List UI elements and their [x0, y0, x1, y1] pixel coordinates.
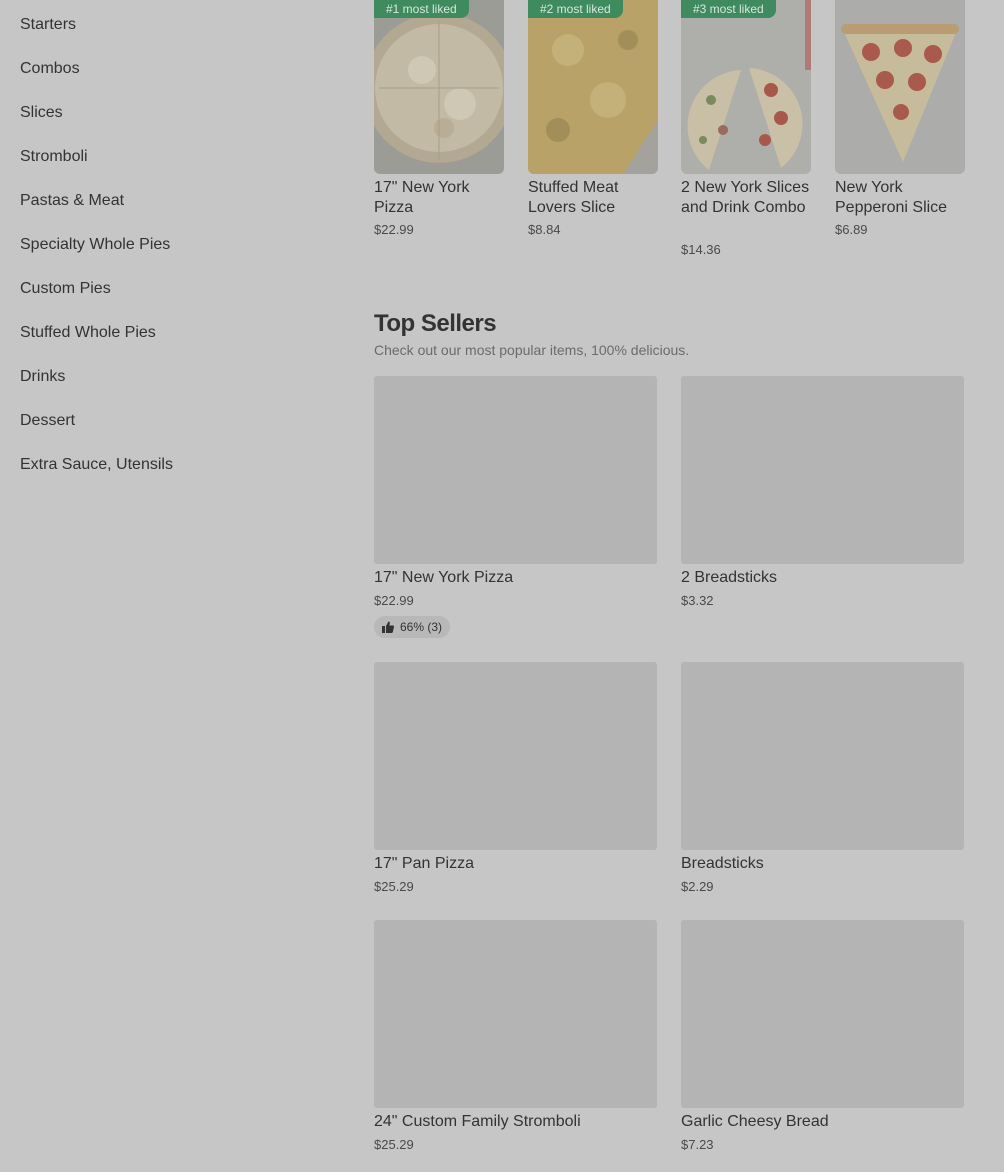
item-image: #3 most liked: [681, 0, 811, 174]
item-image-placeholder: [681, 376, 964, 564]
sidebar-item-dessert[interactable]: Dessert: [20, 411, 75, 431]
menu-page: Starters Combos Slices Stromboli Pastas …: [0, 0, 1004, 1172]
top-seller-card[interactable]: 2 Breadsticks $3.32: [681, 376, 964, 611]
item-price: $6.89: [835, 222, 868, 237]
item-image-placeholder: [681, 662, 964, 850]
item-price: $2.29: [681, 879, 714, 894]
item-name: Garlic Cheesy Bread: [681, 1113, 829, 1130]
top-seller-card[interactable]: Breadsticks $2.29: [681, 662, 964, 897]
rating-badge: 66% (3): [374, 616, 451, 638]
most-liked-card[interactable]: #3 most liked 2 New York Slices and Drin…: [681, 0, 811, 257]
top-seller-card[interactable]: Garlic Cheesy Bread $7.23: [681, 920, 964, 1155]
most-liked-badge: #1 most liked: [374, 0, 469, 18]
sidebar-item-slices[interactable]: Slices: [20, 103, 63, 123]
thumbs-up-icon: [382, 621, 395, 633]
sidebar-item-combos[interactable]: Combos: [20, 59, 80, 79]
item-image-placeholder: [681, 920, 964, 1108]
sidebar-item-stromboli[interactable]: Stromboli: [20, 147, 88, 167]
item-image-placeholder: [374, 662, 657, 850]
item-name: New York Pepperoni Slice: [835, 179, 948, 216]
item-name: 2 New York Slices and Drink Combo: [681, 179, 810, 216]
item-price: $3.32: [681, 593, 714, 608]
item-price: $22.99: [374, 593, 414, 608]
top-seller-card[interactable]: 17" New York Pizza $22.99 66% (3): [374, 376, 657, 638]
item-name: 2 Breadsticks: [681, 569, 778, 586]
most-liked-card[interactable]: #2 most liked Stuffed Meat Lovers Slice …: [528, 0, 658, 237]
item-image: [835, 0, 965, 174]
item-name: Breadsticks: [681, 855, 764, 872]
sidebar-item-stuffed-whole-pies[interactable]: Stuffed Whole Pies: [20, 323, 156, 343]
item-name: 17" Pan Pizza: [374, 855, 474, 872]
item-price: $8.84: [528, 222, 561, 237]
item-price: $25.29: [374, 1137, 414, 1152]
item-image: #2 most liked: [528, 0, 658, 174]
most-liked-badge: #2 most liked: [528, 0, 623, 18]
most-liked-card[interactable]: #1 most liked 17" New York Pizza $22.99: [374, 0, 504, 237]
sidebar-item-pastas-meat[interactable]: Pastas & Meat: [20, 191, 124, 211]
item-name: 17" New York Pizza: [374, 179, 470, 216]
top-seller-card[interactable]: 24" Custom Family Stromboli $25.29: [374, 920, 657, 1155]
item-image-placeholder: [374, 920, 657, 1108]
item-price: $25.29: [374, 879, 414, 894]
sidebar-item-starters[interactable]: Starters: [20, 15, 76, 35]
sidebar-item-custom-pies[interactable]: Custom Pies: [20, 279, 111, 299]
section-title: Top Sellers: [374, 310, 497, 337]
item-price: $14.36: [681, 242, 721, 257]
section-subtitle: Check out our most popular items, 100% d…: [374, 342, 690, 358]
sidebar-item-drinks[interactable]: Drinks: [20, 367, 65, 387]
item-image: #1 most liked: [374, 0, 504, 174]
item-name: 24" Custom Family Stromboli: [374, 1113, 581, 1130]
item-price: $22.99: [374, 222, 414, 237]
top-seller-card[interactable]: 17" Pan Pizza $25.29: [374, 662, 657, 897]
rating-text: 66% (3): [400, 620, 443, 634]
sidebar-item-extra-sauce-utensils[interactable]: Extra Sauce, Utensils: [20, 455, 173, 475]
item-name: 17" New York Pizza: [374, 569, 514, 586]
most-liked-badge: #3 most liked: [681, 0, 776, 18]
most-liked-card[interactable]: New York Pepperoni Slice $6.89: [835, 0, 965, 237]
sidebar-item-specialty-whole-pies[interactable]: Specialty Whole Pies: [20, 235, 170, 255]
item-image-placeholder: [374, 376, 657, 564]
item-price: $7.23: [681, 1137, 714, 1152]
item-name: Stuffed Meat Lovers Slice: [528, 179, 619, 216]
